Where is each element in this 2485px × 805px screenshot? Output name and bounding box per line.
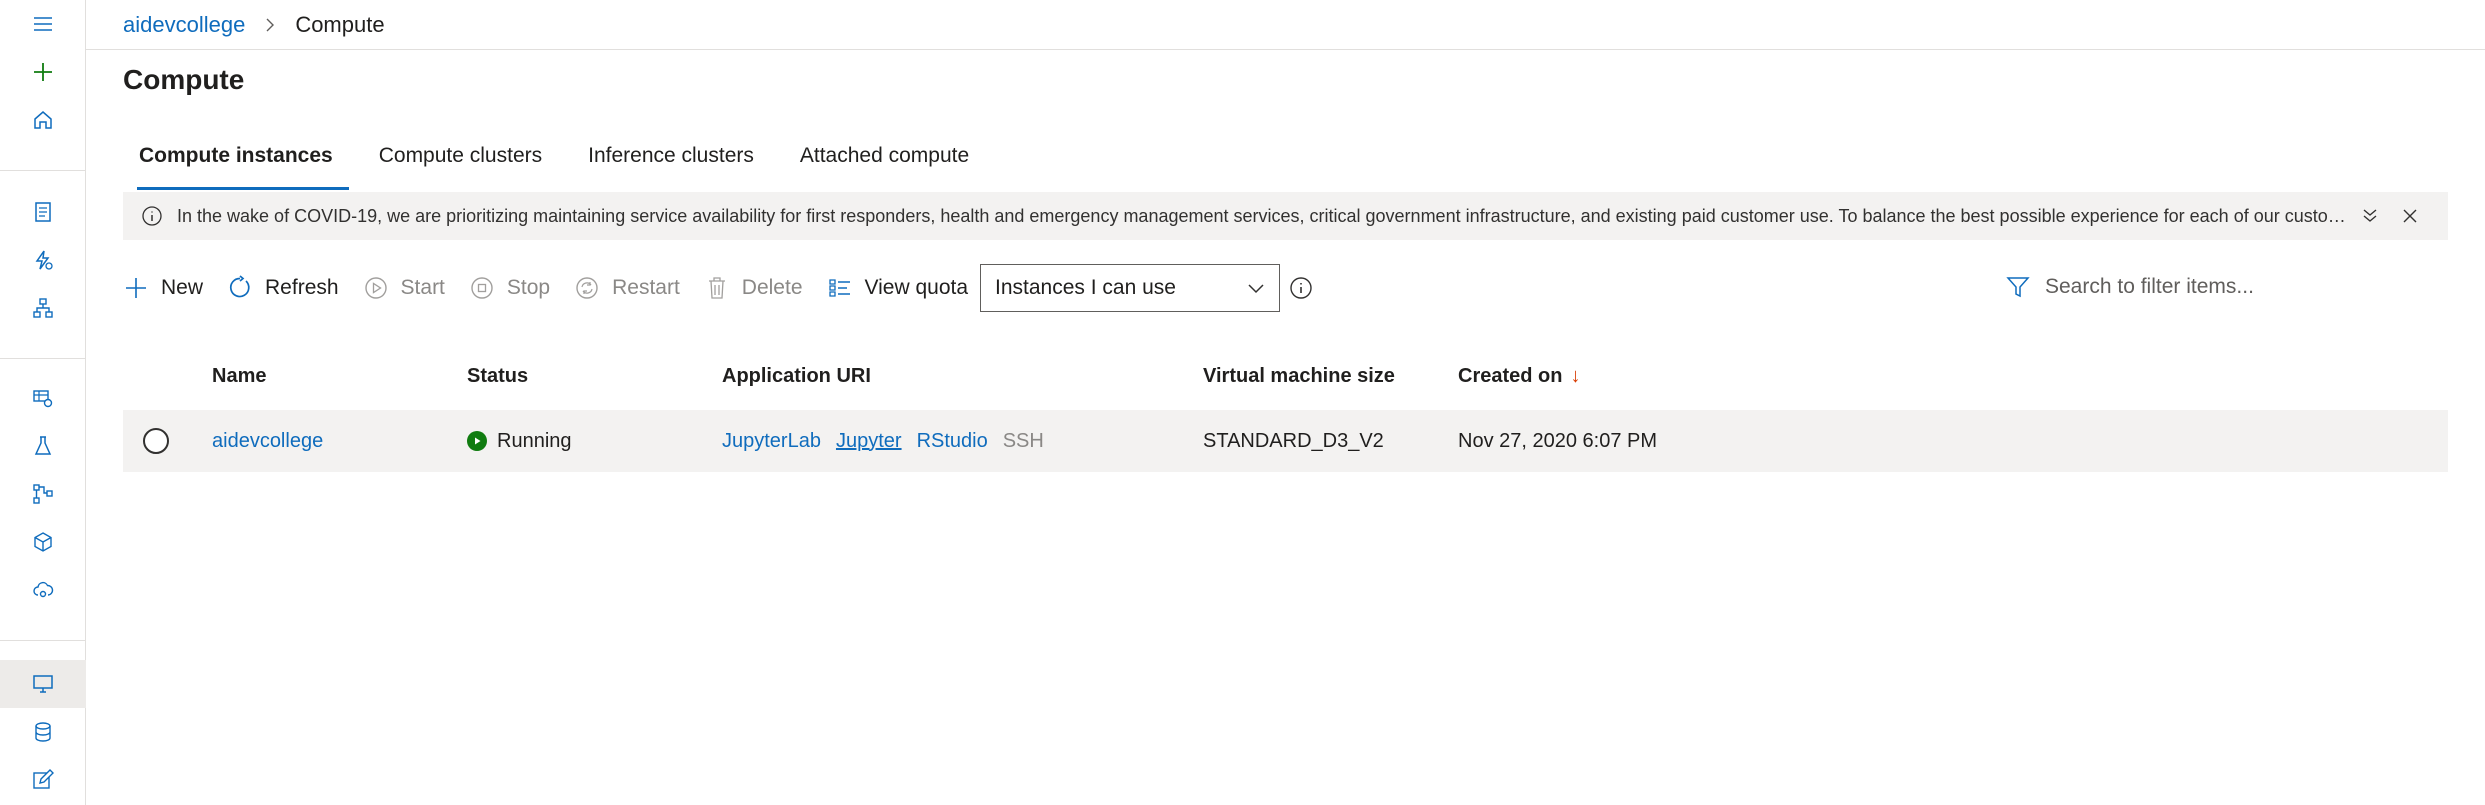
experiments-icon[interactable] [0, 422, 86, 470]
application-uri-links: JupyterLab Jupyter RStudio SSH [722, 410, 1059, 472]
table-row[interactable]: aidevcollege Running JupyterLab Jupyter … [123, 410, 2448, 472]
info-icon [1290, 277, 1312, 299]
info-banner: In the wake of COVID-19, we are prioriti… [123, 192, 2448, 240]
pipelines-icon[interactable] [0, 470, 86, 518]
search-placeholder: Search to filter items... [2045, 275, 2254, 298]
filter-info-button[interactable] [1288, 275, 1314, 301]
home-icon[interactable] [0, 96, 86, 144]
automl-icon[interactable] [0, 236, 86, 284]
designer-icon[interactable] [0, 284, 86, 332]
column-header-name[interactable]: Name [212, 356, 266, 396]
start-button[interactable]: Start [363, 275, 445, 301]
stop-label: Stop [506, 276, 551, 299]
compute-tabs: Compute instances Compute clusters Infer… [123, 140, 999, 190]
dismiss-banner-button[interactable] [2390, 196, 2430, 236]
rail-divider [0, 640, 86, 641]
restart-label: Restart [612, 276, 680, 299]
filter-funnel-icon [2006, 277, 2030, 298]
jupyterlab-link[interactable]: JupyterLab [722, 430, 821, 453]
restart-button[interactable]: Restart [574, 275, 680, 301]
hamburger-icon[interactable] [0, 0, 86, 48]
instance-filter-value: Instances I can use [995, 276, 1176, 299]
rail-divider [0, 170, 86, 171]
chevron-right-icon [263, 18, 277, 32]
notebook-icon[interactable] [0, 188, 86, 236]
refresh-icon [229, 275, 250, 298]
quota-list-icon [828, 279, 850, 297]
new-button[interactable]: New [123, 275, 203, 301]
delete-label: Delete [741, 276, 803, 299]
rstudio-link[interactable]: RStudio [917, 430, 988, 453]
breadcrumb: aidevcollege Compute [86, 0, 2485, 50]
data-labeling-icon[interactable] [0, 756, 86, 804]
sort-descending-icon: ↓ [1570, 364, 1581, 387]
tab-attached-compute[interactable]: Attached compute [784, 140, 985, 190]
plus-icon[interactable] [0, 48, 86, 96]
column-header-status[interactable]: Status [467, 356, 528, 396]
tab-compute-clusters[interactable]: Compute clusters [363, 140, 558, 190]
breadcrumb-workspace-link[interactable]: aidevcollege [123, 12, 245, 38]
vm-size-cell: STANDARD_D3_V2 [1203, 429, 1384, 452]
trash-icon [708, 277, 725, 299]
refresh-label: Refresh [265, 276, 339, 299]
instance-name-link[interactable]: aidevcollege [212, 410, 323, 472]
chevron-down-icon [1248, 284, 1264, 294]
endpoints-icon[interactable] [0, 566, 86, 614]
instance-status: Running [467, 410, 572, 472]
column-header-vm-size[interactable]: Virtual machine size [1203, 356, 1395, 396]
row-select-radio[interactable] [143, 428, 169, 454]
models-icon[interactable] [0, 518, 86, 566]
page-title: Compute [123, 64, 245, 95]
close-icon [2403, 209, 2417, 223]
created-on-label: Created on [1458, 364, 1563, 387]
table-header: Name Status Application URI Virtual mach… [123, 356, 2448, 396]
left-nav-rail [0, 0, 86, 805]
instance-name[interactable]: aidevcollege [212, 430, 323, 453]
plus-icon [126, 278, 146, 298]
double-chevron-down-icon [2363, 209, 2377, 222]
status-text: Running [497, 429, 572, 452]
expand-banner-button[interactable] [2350, 196, 2390, 236]
stop-circle-icon [471, 277, 493, 299]
play-circle-icon [364, 277, 387, 299]
restart-icon [576, 277, 598, 299]
info-icon [142, 206, 162, 226]
tab-compute-instances[interactable]: Compute instances [123, 140, 349, 190]
created-on-cell: Nov 27, 2020 6:07 PM [1458, 429, 1658, 452]
instance-filter-dropdown[interactable]: Instances I can use [980, 264, 1281, 312]
tab-inference-clusters[interactable]: Inference clusters [572, 140, 770, 190]
delete-button[interactable]: Delete [704, 275, 803, 301]
datastores-icon[interactable] [0, 708, 86, 756]
new-label: New [161, 276, 204, 299]
column-header-application-uri[interactable]: Application URI [722, 356, 871, 396]
search-input[interactable]: Search to filter items... [2005, 265, 2254, 309]
view-quota-label: View quota [864, 276, 969, 299]
start-label: Start [400, 276, 445, 299]
stop-button[interactable]: Stop [469, 275, 550, 301]
compute-icon[interactable] [0, 660, 86, 708]
refresh-button[interactable]: Refresh [227, 275, 339, 301]
running-status-icon [467, 431, 487, 451]
breadcrumb-current: Compute [295, 11, 385, 37]
command-bar: New Refresh Start Stop Restart Delete Vi… [123, 263, 1314, 313]
rail-divider [0, 358, 86, 359]
jupyter-link[interactable]: Jupyter [836, 430, 902, 453]
ssh-link[interactable]: SSH [1003, 430, 1044, 453]
banner-text: In the wake of COVID-19, we are prioriti… [177, 205, 2350, 226]
datasets-icon[interactable] [0, 374, 86, 422]
view-quota-button[interactable]: View quota [827, 275, 969, 301]
column-header-created-on[interactable]: Created on ↓ [1458, 356, 1580, 396]
